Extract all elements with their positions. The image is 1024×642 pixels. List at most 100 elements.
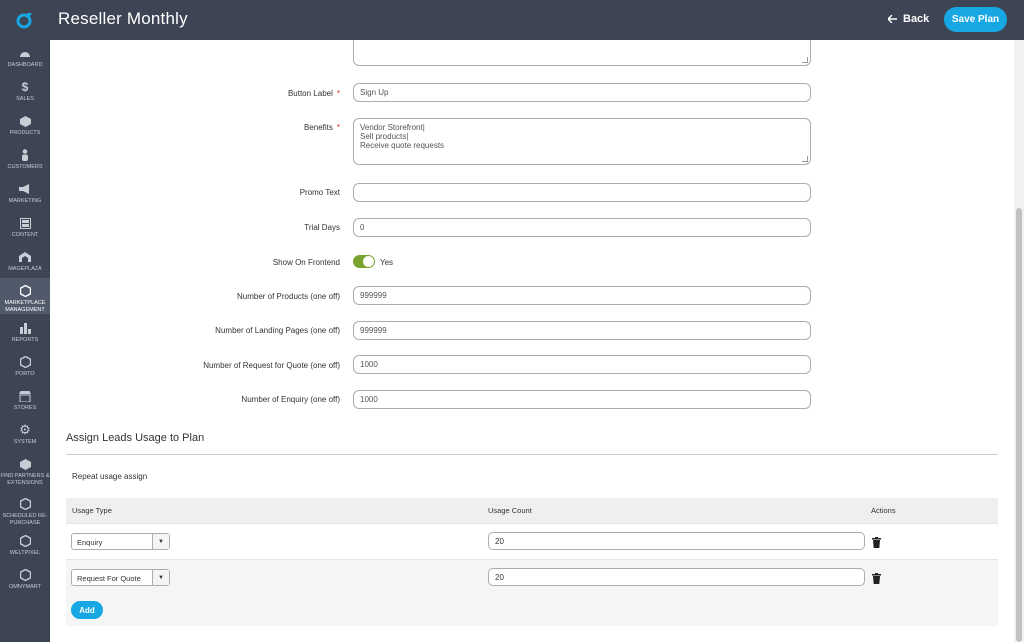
usage-count-input[interactable]: 20 bbox=[488, 532, 865, 550]
arrow-left-icon bbox=[888, 15, 897, 23]
benefit-line: Sell products| bbox=[360, 132, 409, 141]
back-button[interactable]: Back bbox=[888, 13, 929, 25]
trash-icon[interactable] bbox=[872, 535, 881, 553]
save-plan-button[interactable]: Save Plan bbox=[944, 7, 1007, 32]
person-icon bbox=[18, 148, 32, 162]
show-on-frontend-value: Yes bbox=[380, 258, 394, 267]
sidebar-item-marketing[interactable]: MARKETING bbox=[0, 182, 50, 205]
show-on-frontend-field-label: Show On Frontend bbox=[272, 258, 340, 267]
num-landing-pages-input[interactable]: 999999 bbox=[353, 321, 811, 340]
sidebar-item-weltpixel[interactable]: WELTPIXEL bbox=[0, 534, 50, 557]
trial-days-field-label: Trial Days bbox=[304, 223, 340, 232]
section-divider bbox=[66, 454, 998, 455]
hexagon-icon bbox=[18, 568, 32, 582]
sidebar-item-label: SCHEDULED RE-PURCHASE bbox=[2, 513, 48, 526]
bar-chart-icon bbox=[18, 321, 32, 335]
table-row: Request For Quote ▼ 20 bbox=[66, 559, 998, 595]
usage-type-selected: Enquiry bbox=[77, 538, 103, 547]
sidebar-item-omnymart[interactable]: OMNYMART bbox=[0, 568, 50, 591]
description-textarea[interactable] bbox=[353, 40, 811, 66]
megaphone-icon bbox=[18, 182, 32, 196]
sidebar-item-label: MARKETING bbox=[8, 198, 42, 204]
layout-icon bbox=[18, 216, 32, 230]
sidebar-item-dashboard[interactable]: DASHBOARD bbox=[0, 46, 50, 69]
button-label-field-label: Button Label * bbox=[287, 89, 340, 98]
sidebar-item-marketplace-management[interactable]: MARKETPLACE MANAGEMENT bbox=[0, 278, 50, 314]
promo-text-input[interactable] bbox=[353, 183, 811, 202]
page-scrollbar[interactable] bbox=[1014, 40, 1024, 642]
benefits-textarea[interactable]: Vendor Storefront| Sell products| Receiv… bbox=[353, 118, 811, 165]
box-icon bbox=[18, 457, 32, 471]
sidebar-item-find-partners[interactable]: FIND PARTNERS & EXTENSIONS bbox=[0, 457, 50, 486]
button-label-input[interactable]: Sign Up bbox=[353, 83, 811, 102]
add-usage-button[interactable]: Add bbox=[71, 601, 103, 619]
sidebar-item-sales[interactable]: $ SALES bbox=[0, 80, 50, 103]
num-enquiry-input[interactable]: 1000 bbox=[353, 390, 811, 409]
sidebar-item-label: CONTENT bbox=[11, 232, 39, 238]
toggle-knob bbox=[363, 256, 374, 267]
repeat-usage-label: Repeat usage assign bbox=[72, 472, 148, 481]
hexagon-icon bbox=[18, 534, 32, 548]
sidebar-item-reports[interactable]: REPORTS bbox=[0, 321, 50, 344]
trial-days-input[interactable]: 0 bbox=[353, 218, 811, 237]
dashboard-icon bbox=[18, 46, 32, 60]
sidebar-item-label: CUSTOMERS bbox=[7, 164, 43, 170]
sidebar-item-products[interactable]: PRODUCTS bbox=[0, 114, 50, 137]
column-header-actions: Actions bbox=[871, 506, 896, 515]
num-landing-pages-field-label: Number of Landing Pages (one off) bbox=[215, 326, 340, 335]
benefits-field-label: Benefits * bbox=[303, 123, 340, 132]
sidebar-item-label: SALES bbox=[16, 96, 34, 102]
sidebar-item-mageplaza[interactable]: MAGEPLAZA bbox=[0, 250, 50, 273]
sidebar-item-label: STORES bbox=[13, 405, 37, 411]
section-title: Assign Leads Usage to Plan bbox=[66, 432, 205, 444]
store-icon bbox=[18, 389, 32, 403]
sidebar-item-content[interactable]: CONTENT bbox=[0, 216, 50, 239]
chevron-down-icon[interactable]: ▼ bbox=[152, 570, 169, 585]
chevron-down-icon[interactable]: ▼ bbox=[152, 534, 169, 549]
hexagon-icon bbox=[18, 497, 32, 511]
back-button-label: Back bbox=[903, 13, 930, 25]
usage-type-select[interactable]: Request For Quote ▼ bbox=[71, 569, 170, 586]
cube-icon bbox=[18, 114, 32, 128]
benefit-line: Receive quote requests bbox=[360, 141, 445, 150]
column-header-usage-type: Usage Type bbox=[72, 506, 112, 515]
hexagon-icon bbox=[18, 355, 32, 369]
sidebar-item-label: MAGEPLAZA bbox=[8, 266, 42, 272]
mageplaza-icon bbox=[18, 250, 32, 264]
num-products-field-label: Number of Products (one off) bbox=[236, 292, 340, 301]
sidebar-item-label: OMNYMART bbox=[9, 584, 41, 590]
promo-text-field-label: Promo Text bbox=[299, 188, 340, 197]
sidebar-item-scheduled-repurchase[interactable]: SCHEDULED RE-PURCHASE bbox=[0, 497, 50, 526]
grid-header: Usage Type Usage Count Actions bbox=[66, 498, 998, 523]
sidebar-item-label: SYSTEM bbox=[13, 439, 37, 445]
sidebar-item-porto[interactable]: PORTO bbox=[0, 355, 50, 378]
resize-handle-icon[interactable] bbox=[802, 156, 808, 162]
app-logo[interactable] bbox=[0, 0, 50, 40]
logo-icon bbox=[16, 13, 32, 29]
trash-icon[interactable] bbox=[872, 571, 881, 589]
page-title: Reseller Monthly bbox=[58, 9, 188, 28]
sidebar-item-system[interactable]: ⚙ SYSTEM bbox=[0, 422, 50, 446]
num-rfq-input[interactable]: 1000 bbox=[353, 355, 811, 374]
gear-icon: ⚙ bbox=[19, 422, 31, 437]
column-header-usage-count: Usage Count bbox=[488, 506, 532, 515]
show-on-frontend-toggle[interactable] bbox=[353, 255, 375, 268]
sidebar-item-customers[interactable]: CUSTOMERS bbox=[0, 148, 50, 171]
usage-count-input[interactable]: 20 bbox=[488, 568, 865, 586]
sidebar-item-stores[interactable]: STORES bbox=[0, 389, 50, 412]
dollar-icon: $ bbox=[21, 80, 29, 94]
num-enquiry-field-label: Number of Enquiry (one off) bbox=[241, 395, 340, 404]
scrollbar-thumb[interactable] bbox=[1016, 208, 1022, 642]
usage-type-select[interactable]: Enquiry ▼ bbox=[71, 533, 170, 550]
num-products-input[interactable]: 999999 bbox=[353, 286, 811, 305]
hexagon-icon bbox=[18, 284, 32, 298]
num-rfq-field-label: Number of Request for Quote (one off) bbox=[203, 361, 340, 370]
usage-grid: Usage Type Usage Count Actions Enquiry ▼… bbox=[66, 498, 998, 626]
sidebar-item-label: PORTO bbox=[15, 371, 35, 377]
sidebar-item-label: REPORTS bbox=[11, 337, 39, 343]
usage-type-selected: Request For Quote bbox=[77, 574, 141, 583]
resize-handle-icon[interactable] bbox=[802, 57, 808, 63]
sidebar-item-label: FIND PARTNERS & EXTENSIONS bbox=[0, 473, 50, 486]
main-content: Button Label * Sign Up Benefits * Vendor S… bbox=[50, 40, 1014, 642]
top-header: Reseller Monthly Back Save Plan bbox=[0, 0, 1024, 40]
